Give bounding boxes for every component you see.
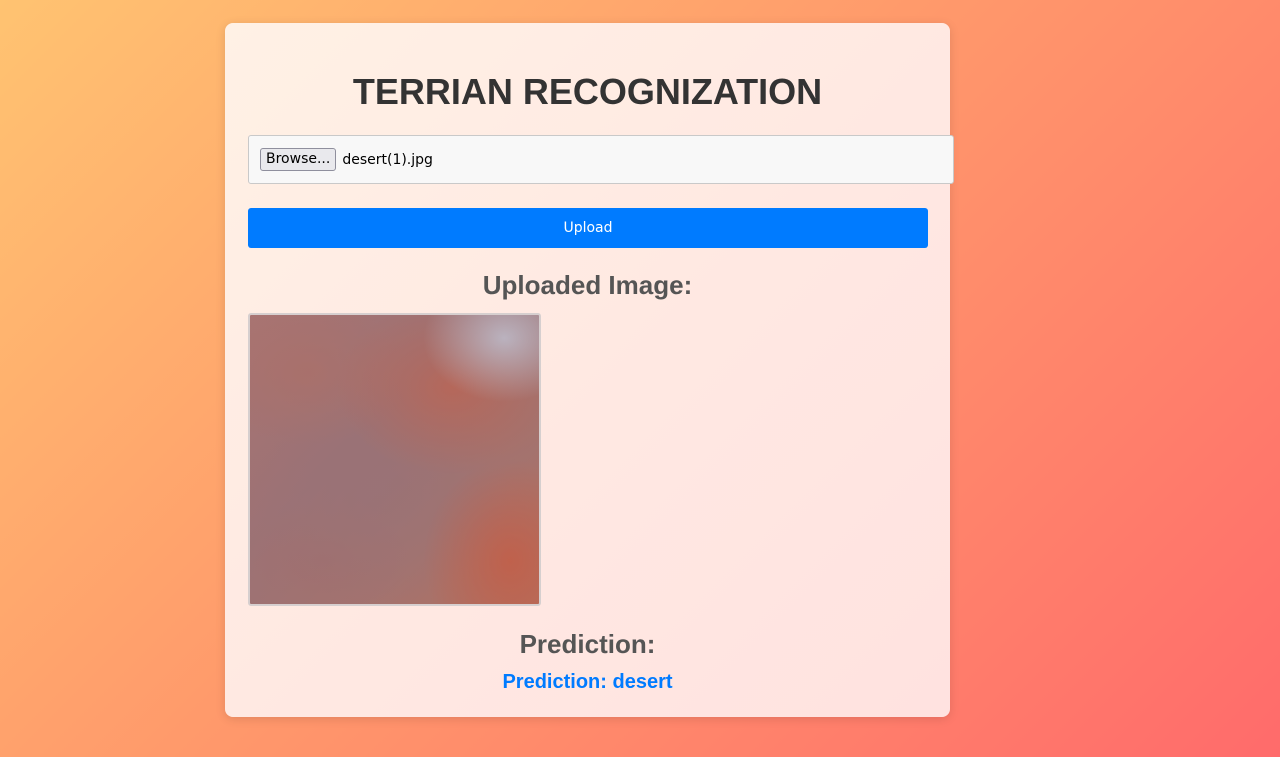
main-card: TERRIAN RECOGNIZATION Browse... desert(1… bbox=[225, 23, 954, 717]
prediction-heading: Prediction: bbox=[519, 629, 656, 659]
selected-file-name: desert(1).jpg bbox=[342, 151, 433, 168]
uploaded-image bbox=[248, 313, 541, 606]
prediction-result: Prediction: desert bbox=[502, 671, 673, 693]
uploaded-image-heading: Uploaded Image: bbox=[482, 270, 693, 300]
uploaded-image-picture bbox=[250, 315, 539, 604]
browse-button[interactable]: Browse... bbox=[260, 148, 337, 171]
page-title: TERRIAN RECOGNIZATION bbox=[352, 71, 823, 112]
file-input[interactable]: Browse... desert(1).jpg bbox=[248, 135, 954, 184]
upload-button[interactable]: Upload bbox=[248, 208, 928, 248]
